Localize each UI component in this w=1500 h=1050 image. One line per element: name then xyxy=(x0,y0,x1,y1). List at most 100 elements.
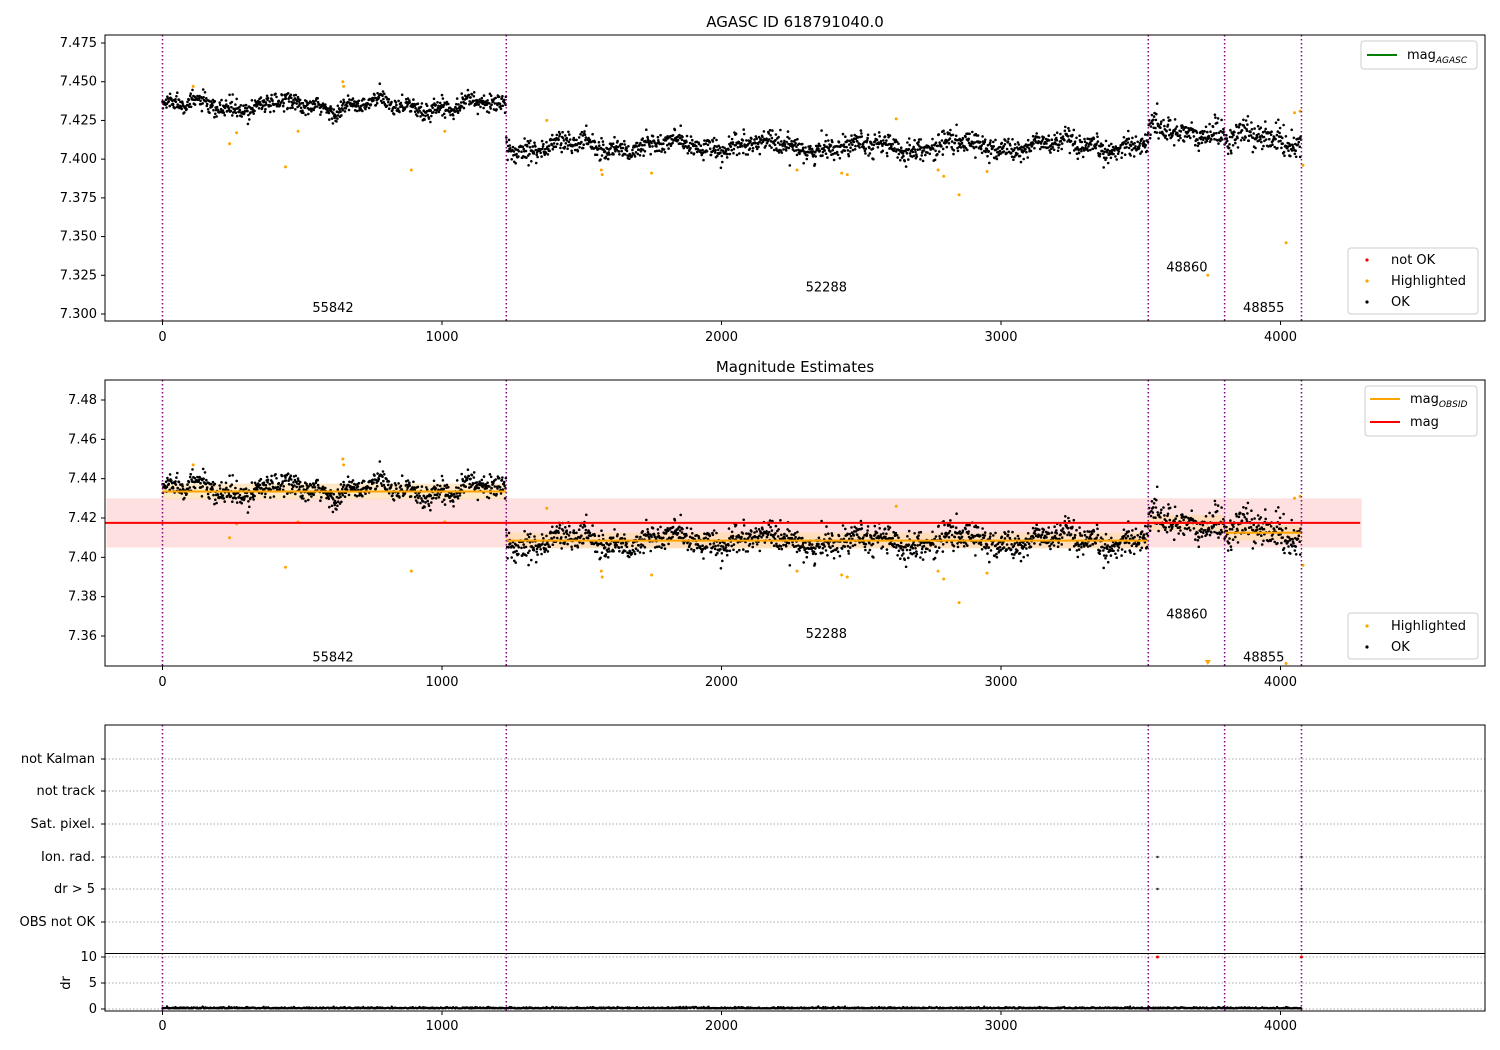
ok-point xyxy=(1203,130,1206,133)
ok-point xyxy=(1130,544,1134,547)
ok-point xyxy=(1215,121,1219,125)
ok-point xyxy=(214,112,217,116)
ok-point xyxy=(477,486,481,490)
ok-point xyxy=(1150,500,1154,503)
ok-point xyxy=(1119,541,1122,544)
ok-point xyxy=(355,494,359,498)
ok-point xyxy=(953,141,957,145)
ok-point xyxy=(895,534,899,537)
ok-point xyxy=(936,549,939,553)
ok-point xyxy=(1041,530,1045,534)
ok-point xyxy=(584,136,588,139)
ok-point xyxy=(630,154,634,157)
ok-point xyxy=(921,159,925,163)
ok-point xyxy=(176,486,179,490)
ok-point xyxy=(284,479,288,482)
ok-point xyxy=(276,485,280,489)
ok-point xyxy=(1106,544,1110,547)
ok-point xyxy=(321,485,325,489)
ok-point xyxy=(500,478,504,482)
ok-point xyxy=(1115,158,1118,161)
ok-point xyxy=(703,139,706,142)
ok-point xyxy=(429,508,432,512)
ok-point xyxy=(1156,511,1159,514)
ok-point xyxy=(941,153,945,156)
ok-point xyxy=(341,487,344,491)
ok-point xyxy=(529,532,532,536)
ok-point xyxy=(1178,525,1182,529)
ok-point xyxy=(372,99,375,102)
ok-point xyxy=(1142,533,1146,536)
ok-point xyxy=(183,111,186,114)
ok-point xyxy=(796,137,799,141)
ok-point xyxy=(689,527,693,531)
ok-point xyxy=(848,532,851,536)
ok-point xyxy=(858,146,861,149)
ok-point xyxy=(897,152,901,156)
ok-point xyxy=(440,474,444,478)
ok-point xyxy=(548,545,551,549)
ok-point xyxy=(922,544,926,548)
ok-point xyxy=(1080,545,1083,549)
ok-point xyxy=(1197,149,1201,153)
ok-point xyxy=(881,149,885,153)
ok-point xyxy=(1214,116,1217,119)
ok-point xyxy=(568,138,572,141)
ok-point xyxy=(489,107,493,110)
ok-point xyxy=(1259,137,1262,141)
ok-point xyxy=(1076,555,1080,559)
ok-point xyxy=(442,498,446,502)
ok-point xyxy=(294,108,297,111)
ok-point xyxy=(662,148,666,151)
ok-point xyxy=(1047,134,1050,137)
ok-point xyxy=(1092,137,1096,140)
ok-point xyxy=(826,156,829,159)
ok-point xyxy=(753,531,756,534)
ok-point xyxy=(742,132,746,136)
ok-point xyxy=(231,500,234,504)
ok-point xyxy=(600,529,603,532)
ok-point xyxy=(271,481,274,485)
ok-point xyxy=(509,542,512,545)
ok-point xyxy=(1050,138,1054,141)
ok-point xyxy=(926,547,929,551)
ok-point xyxy=(617,546,621,549)
ok-point xyxy=(527,563,530,567)
agasc-axes-frame xyxy=(104,34,1486,322)
ok-point xyxy=(916,544,919,547)
ok-point xyxy=(728,152,732,156)
ok-point xyxy=(240,501,243,505)
ok-point xyxy=(1196,138,1199,142)
ok-point xyxy=(953,535,957,539)
ok-point xyxy=(775,542,778,546)
ok-point xyxy=(457,103,460,106)
ok-point xyxy=(746,153,750,156)
ok-point xyxy=(237,496,241,499)
ok-point xyxy=(1136,534,1139,537)
ok-point xyxy=(383,473,386,476)
ok-point xyxy=(770,146,773,149)
ok-point xyxy=(540,533,544,536)
ok-point xyxy=(671,535,674,539)
ok-point xyxy=(180,492,183,495)
ok-point xyxy=(383,92,386,96)
ok-point xyxy=(846,139,849,142)
ok-point xyxy=(568,531,572,534)
ok-point xyxy=(1090,532,1094,535)
ok-point xyxy=(259,477,263,481)
ok-point xyxy=(230,483,234,487)
ok-point xyxy=(1250,128,1254,131)
ok-point xyxy=(177,480,181,484)
ok-point xyxy=(472,471,476,474)
ok-point xyxy=(234,111,238,114)
ok-point xyxy=(630,551,634,555)
ok-point xyxy=(1192,135,1196,138)
ok-point xyxy=(580,534,583,537)
ok-point xyxy=(779,519,782,522)
ok-point xyxy=(1088,530,1091,533)
ok-point xyxy=(850,526,853,529)
ok-point xyxy=(680,531,684,534)
ok-point xyxy=(307,112,310,116)
ok-point xyxy=(1102,166,1105,169)
ok-point xyxy=(865,139,869,142)
